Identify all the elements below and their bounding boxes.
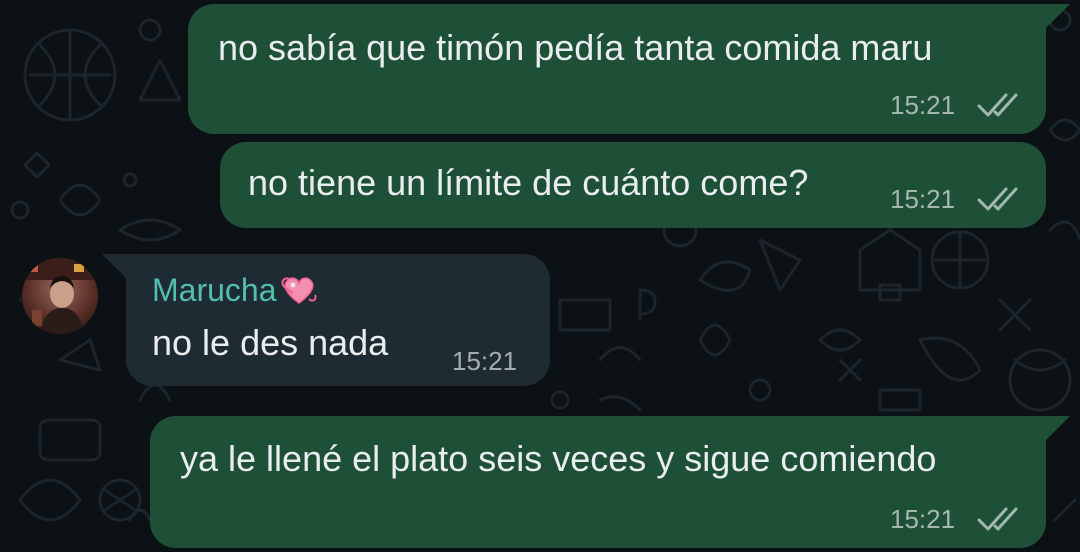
outgoing-message[interactable]: ya le llené el plato seis veces y sigue … (150, 416, 1046, 548)
message-timestamp: 15:21 (890, 184, 956, 214)
double-check-icon (977, 187, 1018, 211)
message-text: no tiene un límite de cuánto come? (248, 162, 809, 203)
avatar-image (22, 258, 98, 334)
contact-avatar[interactable] (22, 258, 98, 334)
message-text: ya le llené el plato seis veces y sigue … (180, 438, 937, 479)
incoming-message[interactable]: Marucha no le des nada 15:21 (126, 254, 550, 386)
bubble-tail (1044, 416, 1070, 442)
bubble-tail (1044, 4, 1070, 30)
double-check-icon (977, 507, 1018, 531)
message-timestamp: 15:21 (890, 90, 956, 120)
outgoing-message[interactable]: no sabía que timón pedía tanta comida ma… (188, 4, 1046, 134)
heart-icon (281, 277, 316, 304)
message-timestamp: 15:21 (890, 504, 956, 534)
message-text: no le des nada (152, 322, 389, 363)
sender-name-text: Marucha (152, 272, 277, 308)
message-text: no sabía que timón pedía tanta comida ma… (218, 27, 933, 68)
outgoing-message[interactable]: no tiene un límite de cuánto come? 15:21 (220, 142, 1046, 228)
bubble-tail (102, 254, 128, 280)
double-check-icon (977, 93, 1018, 117)
message-timestamp: 15:21 (452, 346, 518, 376)
sender-name[interactable]: Marucha (152, 272, 319, 308)
